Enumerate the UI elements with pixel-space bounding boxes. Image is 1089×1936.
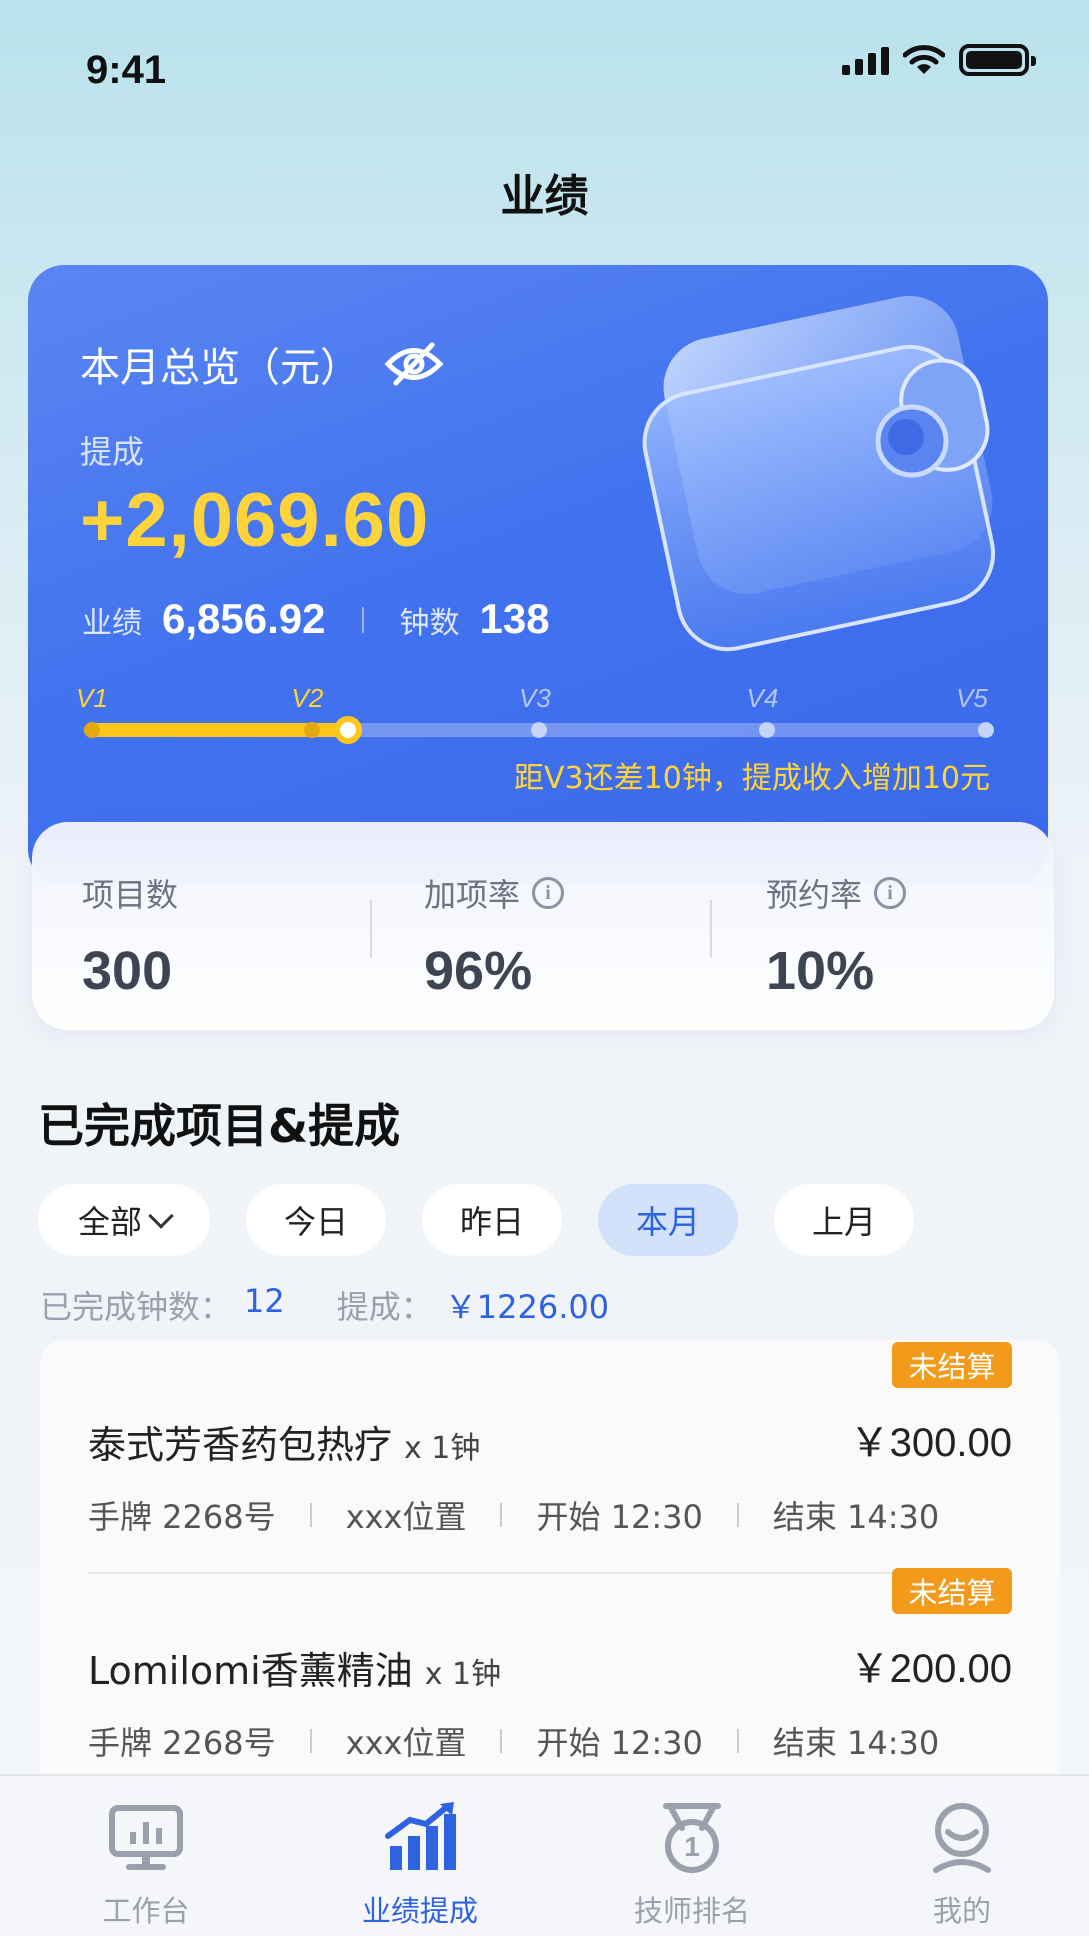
tab-workbench[interactable]: 工作台 (46, 1802, 246, 1930)
medal-icon: 1 (663, 1803, 721, 1873)
level-hint: 距V3还差10钟，提成收入增加10元 (514, 761, 990, 796)
level-dot (84, 722, 100, 738)
tab-label: 我的 (932, 1894, 991, 1928)
level-dot (978, 722, 994, 738)
status-badge: 未结算 (892, 1342, 1012, 1388)
order-qty: x 1钟 (424, 1657, 502, 1692)
filter-chip-last-month[interactable]: 上月 (774, 1184, 914, 1256)
order-end: 结束 14:30 (772, 1498, 940, 1536)
level-label: V5 (956, 683, 988, 713)
user-profile-icon (933, 1803, 991, 1873)
level-label: V4 (746, 683, 779, 713)
svg-text:1: 1 (684, 1831, 700, 1862)
wifi-icon (903, 45, 945, 74)
info-icon[interactable]: i (532, 877, 565, 909)
level-dot (303, 722, 320, 738)
minutes-value: 138 (479, 595, 550, 642)
stat-label: 加项率 (424, 876, 521, 914)
performance-value: 6,856.92 (162, 595, 326, 642)
filter-chip-yesterday[interactable]: 昨日 (422, 1184, 562, 1256)
order-tag: 手牌 2268号 (88, 1724, 276, 1762)
order-title: Lomilomi香薰精油 x 1钟 (88, 1640, 501, 1695)
level-progress-knob (333, 716, 362, 744)
filter-chip-this-month[interactable]: 本月 (598, 1184, 738, 1256)
order-location: xxx位置 (345, 1724, 467, 1762)
order-start: 开始 12:30 (536, 1724, 703, 1762)
order-start: 开始 12:30 (536, 1498, 703, 1536)
level-labels: V1 V2 V3 V4 V5 (76, 683, 1000, 713)
summary-commission-value: ￥1226.00 (444, 1288, 610, 1326)
tab-label: 技师排名 (633, 1894, 750, 1928)
tab-label: 工作台 (102, 1894, 190, 1928)
bar-chart-trend-icon (385, 1802, 456, 1870)
commission-label: 提成 (80, 433, 145, 471)
chevron-down-icon (148, 1203, 174, 1229)
order-name: 泰式芳香药包热疗 (88, 1423, 393, 1467)
order-price: ￥300.00 (849, 1421, 1012, 1465)
performance-label: 业绩 (82, 606, 142, 641)
stat-value: 96% (424, 941, 533, 1001)
order-qty: x 1钟 (404, 1431, 481, 1466)
performance-row: 业绩 6,856.92 钟数 138 (82, 595, 550, 643)
tab-label: 业绩提成 (361, 1894, 478, 1928)
order-meta: 手牌 2268号 xxx位置 开始 12:30 结束 14:30 (88, 1718, 939, 1764)
filter-label: 全部 (77, 1203, 142, 1241)
level-dot (758, 722, 775, 738)
eye-hidden-icon[interactable] (384, 341, 444, 387)
summary-minutes-label: 已完成钟数： (40, 1288, 233, 1326)
stat-item-booking-rate: 预约率 i 10% (766, 870, 907, 1002)
status-time: 9:41 (86, 48, 167, 92)
tab-ranking[interactable]: 1 技师排名 (592, 1802, 792, 1930)
status-badge: 未结算 (892, 1568, 1012, 1614)
monitor-chart-icon (109, 1805, 183, 1870)
level-label: V1 (76, 683, 108, 713)
order-end: 结束 14:30 (772, 1724, 940, 1762)
section-title: 已完成项目&提成 (38, 1099, 401, 1153)
summary-minutes-value: 12 (244, 1282, 285, 1320)
filter-chip-all[interactable]: 全部 (38, 1184, 210, 1256)
order-list: 未结算 泰式芳香药包热疗 x 1钟 ￥300.00 手牌 2268号 xxx位置… (40, 1340, 1060, 1790)
stat-label: 项目数 (82, 876, 179, 914)
level-label: V3 (519, 683, 551, 713)
commission-value: +2,069.60 (80, 478, 430, 563)
summary-commission-label: 提成： (336, 1288, 433, 1326)
stat-value: 300 (82, 941, 173, 1001)
overview-title: 本月总览（元） (80, 345, 360, 391)
tab-performance[interactable]: 业绩提成 (320, 1802, 520, 1930)
info-icon[interactable]: i (874, 877, 907, 909)
order-tag: 手牌 2268号 (88, 1498, 276, 1536)
overview-title-row: 本月总览（元） (80, 335, 444, 393)
divider (370, 900, 372, 958)
cellular-signal-icon (842, 45, 889, 75)
bottom-tab-bar: 工作台 业绩提成 1 技师排名 我的 (0, 1774, 1089, 1936)
stat-item-projects: 项目数 300 (82, 870, 178, 1002)
wallet-illustration (642, 295, 996, 652)
minutes-label: 钟数 (399, 606, 460, 641)
stat-label: 预约率 (766, 876, 863, 914)
order-location: xxx位置 (345, 1498, 467, 1536)
battery-icon (959, 44, 1036, 76)
page-title: 业绩 (500, 171, 589, 222)
stat-value: 10% (766, 941, 875, 1001)
order-title: 泰式芳香药包热疗 x 1钟 (88, 1414, 480, 1469)
overview-card: 本月总览（元） 提成 +2,069.60 业绩 6,856.92 钟数 138 … (28, 265, 1048, 885)
stats-panel: 项目数 300 加项率 i 96% 预约率 i 10% (32, 822, 1054, 1030)
tab-profile[interactable]: 我的 (862, 1802, 1062, 1930)
divider (361, 607, 364, 633)
order-meta: 手牌 2268号 xxx位置 开始 12:30 结束 14:30 (88, 1492, 939, 1538)
filter-chip-today[interactable]: 今日 (246, 1184, 386, 1256)
order-item[interactable]: 未结算 泰式芳香药包热疗 x 1钟 ￥300.00 手牌 2268号 xxx位置… (40, 1340, 1060, 1574)
status-icons (842, 44, 1036, 76)
order-item[interactable]: 未结算 Lomilomi香薰精油 x 1钟 ￥200.00 手牌 2268号 x… (40, 1566, 1060, 1790)
date-filter-bar: 全部 今日 昨日 本月 上月 (38, 1184, 914, 1256)
order-price: ￥200.00 (849, 1647, 1012, 1691)
completed-summary: 已完成钟数： 12 提成： ￥1226.00 (40, 1282, 609, 1328)
level-label: V2 (291, 683, 324, 713)
divider (710, 900, 712, 958)
level-dot (531, 722, 547, 738)
order-name: Lomilomi香薰精油 (88, 1649, 413, 1693)
stat-item-addon-rate: 加项率 i 96% (424, 870, 565, 1002)
